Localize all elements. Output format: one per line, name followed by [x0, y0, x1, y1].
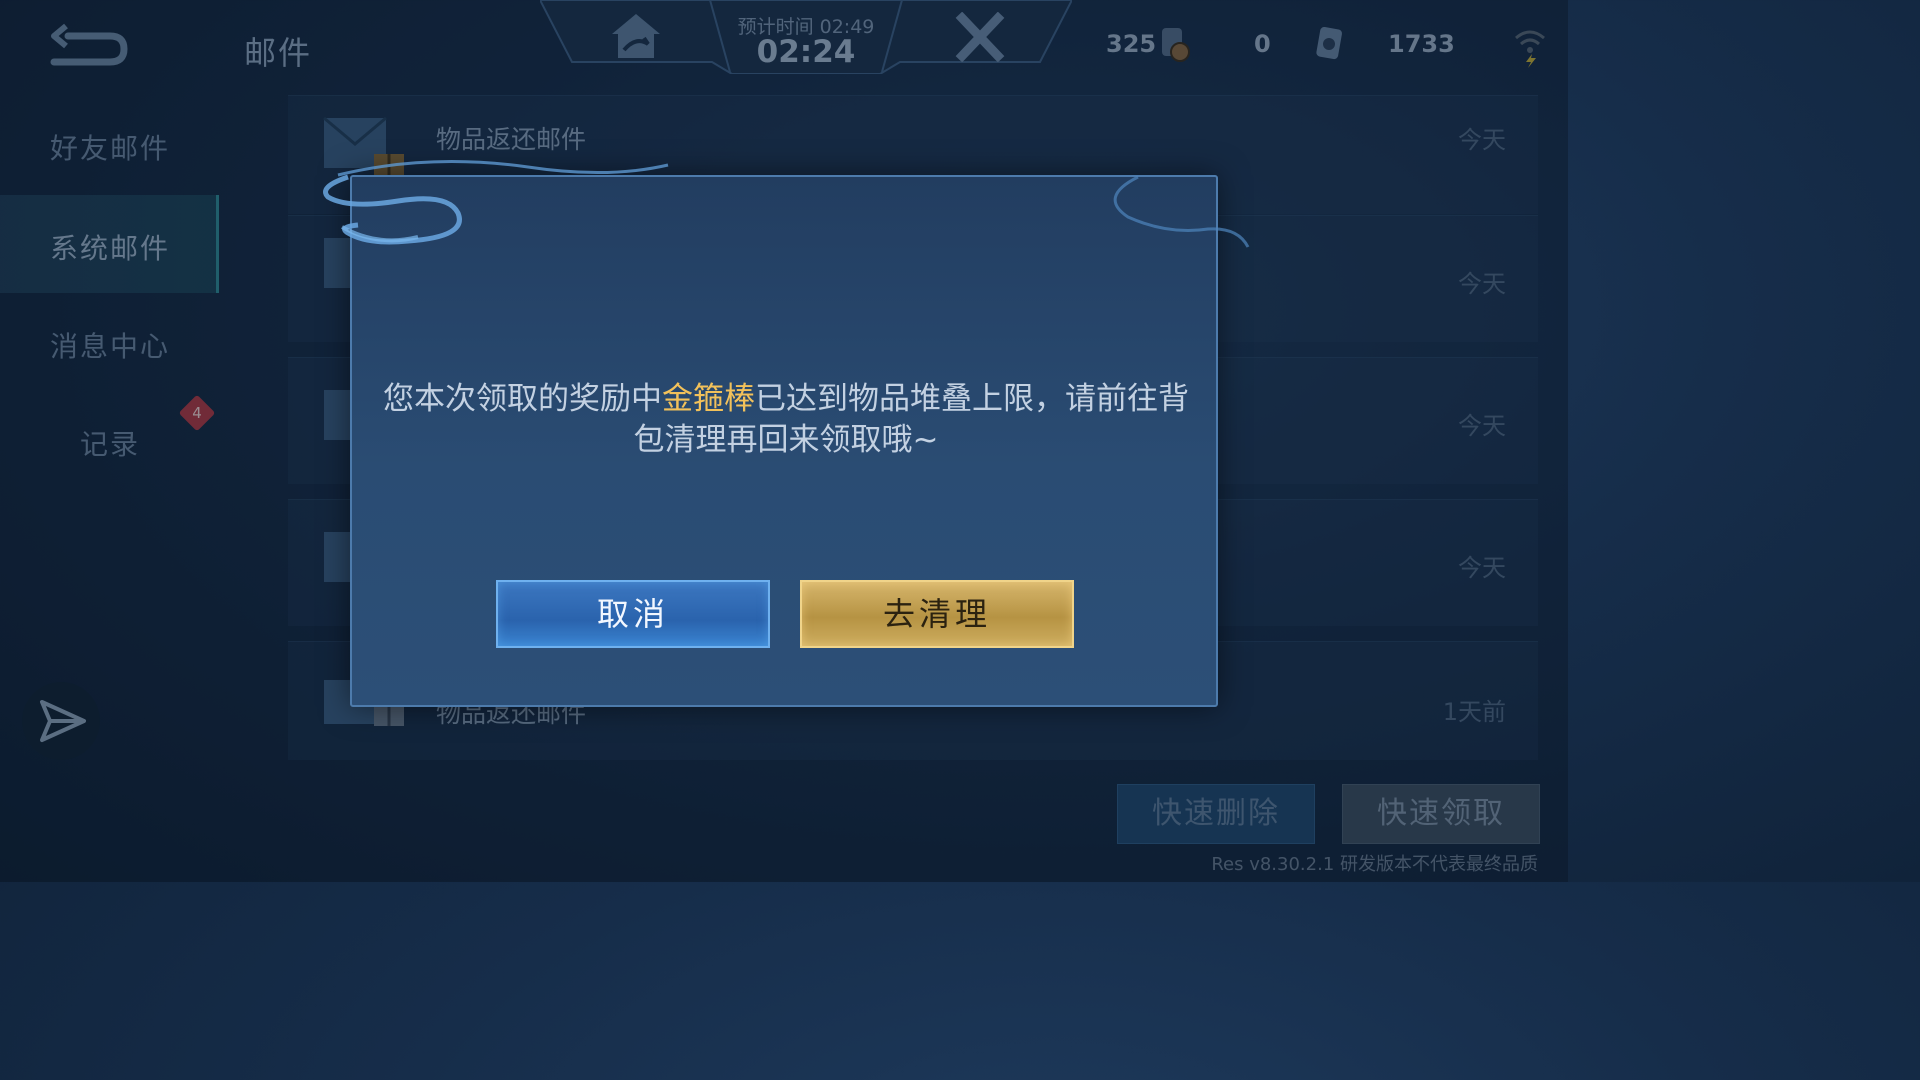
dialog-message-text: 您本次领取的奖励中	[383, 381, 662, 417]
stack-limit-dialog: 您本次领取的奖励中金箍棒已达到物品堆叠上限，请前往背包清理再回来领取哦~ 取消 …	[323, 160, 1250, 707]
go-clean-button-label: 去清理	[882, 595, 991, 633]
cloud-ornament-icon	[323, 160, 1250, 248]
dialog-message-highlight: 金箍棒	[662, 381, 755, 417]
cancel-button[interactable]: 取消	[496, 580, 770, 648]
cancel-button-label: 取消	[596, 595, 669, 633]
dialog-message: 您本次领取的奖励中金箍棒已达到物品堆叠上限，请前往背包清理再回来领取哦~	[382, 379, 1190, 461]
go-clean-button[interactable]: 去清理	[800, 580, 1074, 648]
